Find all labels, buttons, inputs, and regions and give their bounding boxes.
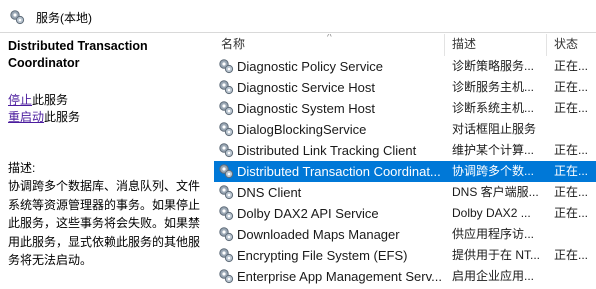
table-row[interactable]: DNS Client DNS 客户端服... 正在... — [214, 182, 596, 203]
service-gear-icon — [219, 80, 234, 95]
service-desc-cell: Dolby DAX2 ... — [452, 206, 531, 220]
table-row[interactable]: Diagnostic Service Host 诊断服务主机... 正在... — [214, 77, 596, 98]
service-status-cell: 正在... — [554, 185, 589, 199]
service-status-cell: 正在... — [554, 80, 589, 94]
restart-service-link[interactable]: 重启动 — [8, 110, 44, 124]
service-name-cell: DialogBlockingService — [237, 122, 367, 137]
service-desc-cell: 对话框阻止服务 — [452, 122, 537, 136]
services-table: 名称 ^ 描述 状态 Diagnostic Policy Service 诊断策略… — [214, 34, 596, 289]
table-row[interactable]: Distributed Transaction Coordinat... 协调跨多… — [214, 161, 596, 182]
service-gear-icon — [219, 143, 234, 158]
service-desc-cell: 提供用于在 NT... — [452, 248, 541, 262]
service-desc-cell: 启用企业应用... — [452, 269, 535, 283]
service-name-cell: Distributed Link Tracking Client — [237, 143, 417, 158]
restart-suffix: 此服务 — [44, 110, 81, 124]
service-name-cell: Diagnostic System Host — [237, 101, 375, 116]
sort-ascending-icon: ^ — [327, 34, 332, 43]
table-row[interactable]: Dolby DAX2 API Service Dolby DAX2 ... 正在..… — [214, 203, 596, 224]
table-row[interactable]: Downloaded Maps Manager 供应用程序访... — [214, 224, 596, 245]
service-detail-panel: Distributed Transaction Coordinator 停止此服… — [0, 34, 210, 289]
service-desc-cell: 维护某个计算... — [452, 143, 535, 157]
selected-service-name: Distributed Transaction Coordinator — [8, 39, 148, 70]
service-name-cell: Downloaded Maps Manager — [237, 227, 400, 242]
description-text: 协调跨多个数据库、消息队列、文件系统等资源管理器的事务。如果停止此服务，这些事务… — [8, 179, 201, 267]
service-gear-icon — [219, 206, 234, 221]
service-name-cell: Dolby DAX2 API Service — [237, 206, 379, 221]
service-gear-icon — [219, 227, 234, 242]
service-name-cell: Diagnostic Policy Service — [237, 59, 383, 74]
service-gear-icon — [219, 122, 234, 137]
restart-action: 重启动此服务 — [8, 109, 80, 125]
gear-icon — [10, 10, 25, 25]
service-gear-icon — [219, 59, 234, 74]
column-desc-label: 描述 — [452, 37, 477, 51]
header-bar: 服务(本地) — [0, 0, 596, 33]
service-status-cell: 正在... — [554, 101, 589, 115]
service-gear-icon — [219, 248, 234, 263]
table-row[interactable]: Enterprise App Management Serv... 启用企业应用.… — [214, 266, 596, 287]
service-status-cell — [554, 224, 596, 245]
service-desc-cell: 诊断系统主机... — [452, 101, 535, 115]
service-name-cell: Encrypting File System (EFS) — [237, 248, 408, 263]
service-status-cell — [554, 266, 596, 287]
service-status-cell: 正在... — [554, 164, 589, 178]
stop-suffix: 此服务 — [32, 93, 69, 107]
service-status-cell — [554, 119, 596, 140]
column-header-status[interactable]: 状态 — [547, 34, 596, 56]
service-name-cell: DNS Client — [237, 185, 302, 200]
column-header-name[interactable]: 名称 ^ — [214, 34, 445, 56]
page-title: 服务(本地) — [36, 11, 92, 25]
table-row[interactable]: Diagnostic System Host 诊断系统主机... 正在... — [214, 98, 596, 119]
column-name-label: 名称 — [221, 37, 246, 51]
stop-service-link[interactable]: 停止 — [8, 93, 32, 107]
service-name-cell: Distributed Transaction Coordinat... — [237, 164, 441, 179]
service-desc-cell: 协调跨多个数... — [452, 164, 535, 178]
service-gear-icon — [219, 269, 234, 284]
description-label: 描述: — [8, 161, 36, 175]
table-row[interactable]: Diagnostic Policy Service 诊断策略服务... 正在... — [214, 56, 596, 77]
service-status-cell: 正在... — [554, 206, 589, 220]
table-row[interactable]: Encrypting File System (EFS) 提供用于在 NT... 正… — [214, 245, 596, 266]
service-gear-icon — [219, 185, 234, 200]
service-name-cell: Enterprise App Management Serv... — [237, 269, 442, 284]
table-header: 名称 ^ 描述 状态 — [214, 34, 596, 56]
service-desc-cell: DNS 客户端服... — [452, 185, 539, 199]
service-desc-cell: 诊断策略服务... — [452, 59, 535, 73]
service-name-cell: Diagnostic Service Host — [237, 80, 375, 95]
service-status-cell: 正在... — [554, 143, 589, 157]
service-gear-icon — [219, 101, 234, 116]
service-desc-cell: 供应用程序访... — [452, 227, 535, 241]
stop-action: 停止此服务 — [8, 92, 68, 108]
column-header-desc[interactable]: 描述 — [445, 34, 547, 56]
column-status-label: 状态 — [554, 37, 579, 51]
service-gear-icon — [219, 164, 234, 179]
service-desc-cell: 诊断服务主机... — [452, 80, 535, 94]
table-row[interactable]: DialogBlockingService 对话框阻止服务 — [214, 119, 596, 140]
table-row[interactable]: Distributed Link Tracking Client 维护某个计算..… — [214, 140, 596, 161]
service-status-cell: 正在... — [554, 248, 589, 262]
service-status-cell: 正在... — [554, 59, 589, 73]
